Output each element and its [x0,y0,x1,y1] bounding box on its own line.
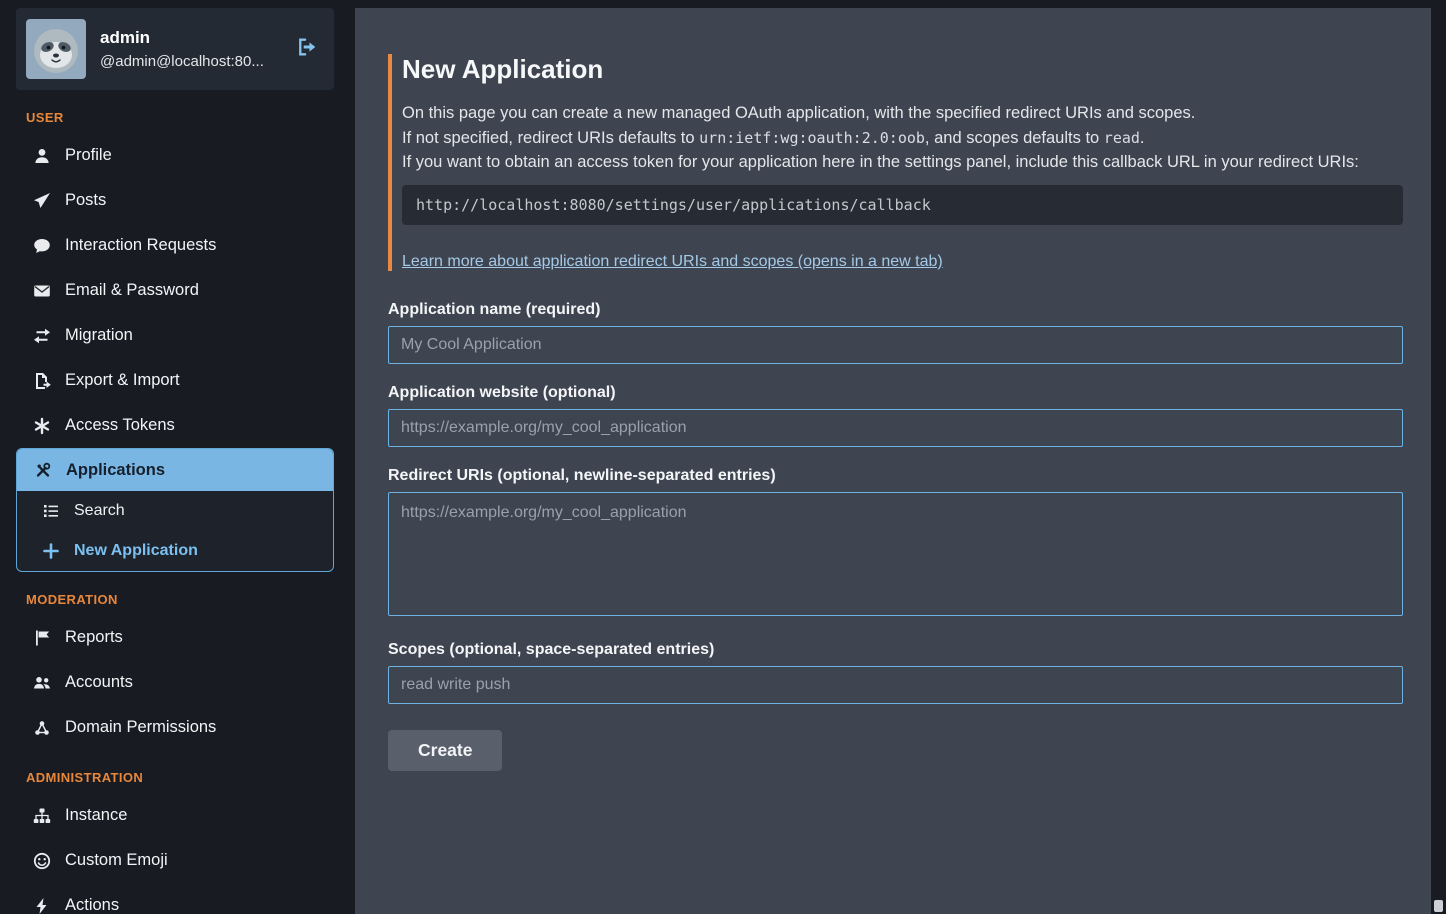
sidebar-subitem-label: Search [74,502,125,520]
new-application-form: Application name (required) Application … [388,301,1403,771]
redirect-uris-label: Redirect URIs (optional, newline-separat… [388,467,1403,485]
section-label-administration: ADMINISTRATION [26,770,324,785]
bolt-icon [32,897,52,914]
user-handle: @admin@localhost:80... [100,53,282,70]
sidebar-item-label: Interaction Requests [65,236,216,255]
sidebar-item-migration[interactable]: Migration [0,313,340,358]
user-info: admin @admin@localhost:80... [100,28,282,70]
callback-url-code: http://localhost:8080/settings/user/appl… [402,185,1403,225]
sidebar-item-domain-permissions[interactable]: Domain Permissions [0,705,340,750]
sidebar-item-label: Export & Import [65,371,180,390]
section-label-user: USER [26,110,324,125]
asterisk-icon [32,417,52,435]
sidebar-item-reports[interactable]: Reports [0,615,340,660]
applications-group: Applications Search New Application [16,448,334,572]
paper-plane-icon [32,192,52,210]
flag-icon [32,629,52,647]
avatar [26,19,86,79]
sidebar-item-email-password[interactable]: Email & Password [0,268,340,313]
user-card[interactable]: admin @admin@localhost:80... [16,8,334,90]
application-name-input[interactable] [388,326,1403,364]
intro-line-3: If you want to obtain an access token fo… [402,150,1403,175]
sidebar-item-label: Access Tokens [65,416,175,435]
smiley-icon [32,852,52,870]
user-icon [32,147,52,165]
sitemap-icon [32,807,52,825]
sidebar-item-label: Instance [65,806,127,825]
sidebar-item-access-tokens[interactable]: Access Tokens [0,403,340,448]
create-button[interactable]: Create [388,730,502,771]
sidebar-item-profile[interactable]: Profile [0,133,340,178]
sidebar-subitem-new-application[interactable]: New Application [17,531,333,571]
redirect-uris-textarea[interactable] [388,492,1403,616]
sidebar-item-label: Domain Permissions [65,718,216,737]
sidebar-item-export-import[interactable]: Export & Import [0,358,340,403]
plus-icon [41,542,61,560]
sidebar-item-instance[interactable]: Instance [0,793,340,838]
application-name-group: Application name (required) [388,301,1403,364]
sidebar-item-label: Actions [65,896,119,914]
sidebar-item-label: Email & Password [65,281,199,300]
scopes-input[interactable] [388,666,1403,704]
scopes-group: Scopes (optional, space-separated entrie… [388,641,1403,704]
application-website-group: Application website (optional) [388,384,1403,447]
file-export-icon [32,372,52,390]
network-nodes-icon [32,719,52,737]
inline-code-read: read [1104,129,1140,147]
comment-icon [32,237,52,255]
intro-line-1: On this page you can create a new manage… [402,101,1403,126]
application-website-label: Application website (optional) [388,384,1403,402]
sidebar-item-label: Custom Emoji [65,851,168,870]
sidebar-item-label: Migration [65,326,133,345]
sidebar-item-applications[interactable]: Applications [17,449,333,491]
scrollbar-thumb[interactable] [1434,900,1443,912]
list-icon [41,502,61,520]
page-header: New Application On this page you can cre… [388,54,1403,271]
scopes-label: Scopes (optional, space-separated entrie… [388,641,1403,659]
sidebar-item-label: Applications [66,461,165,480]
sidebar-item-posts[interactable]: Posts [0,178,340,223]
sidebar: admin @admin@localhost:80... USER Profil… [0,0,340,914]
sidebar-item-label: Profile [65,146,112,165]
application-website-input[interactable] [388,409,1403,447]
sidebar-subitem-search[interactable]: Search [17,491,333,531]
page-title: New Application [402,54,1403,85]
intro-line-2: If not specified, redirect URIs defaults… [402,126,1403,151]
sidebar-item-custom-emoji[interactable]: Custom Emoji [0,838,340,883]
learn-more-link[interactable]: Learn more about application redirect UR… [402,253,943,271]
inline-code-oob: urn:ietf:wg:oauth:2.0:oob [699,129,925,147]
logout-icon[interactable] [296,36,318,63]
section-label-moderation: MODERATION [26,592,324,607]
users-icon [32,674,52,692]
transfer-arrows-icon [32,327,52,345]
sidebar-item-actions[interactable]: Actions [0,883,340,914]
redirect-uris-group: Redirect URIs (optional, newline-separat… [388,467,1403,621]
main-panel: New Application On this page you can cre… [355,8,1431,914]
screwdriver-wrench-icon [33,461,53,479]
sidebar-item-label: Posts [65,191,106,210]
application-name-label: Application name (required) [388,301,1403,319]
envelope-icon [32,282,52,300]
sidebar-subitem-label: New Application [74,542,198,560]
sidebar-item-label: Reports [65,628,123,647]
sidebar-item-interaction-requests[interactable]: Interaction Requests [0,223,340,268]
username: admin [100,28,282,48]
sidebar-item-label: Accounts [65,673,133,692]
sidebar-item-accounts[interactable]: Accounts [0,660,340,705]
